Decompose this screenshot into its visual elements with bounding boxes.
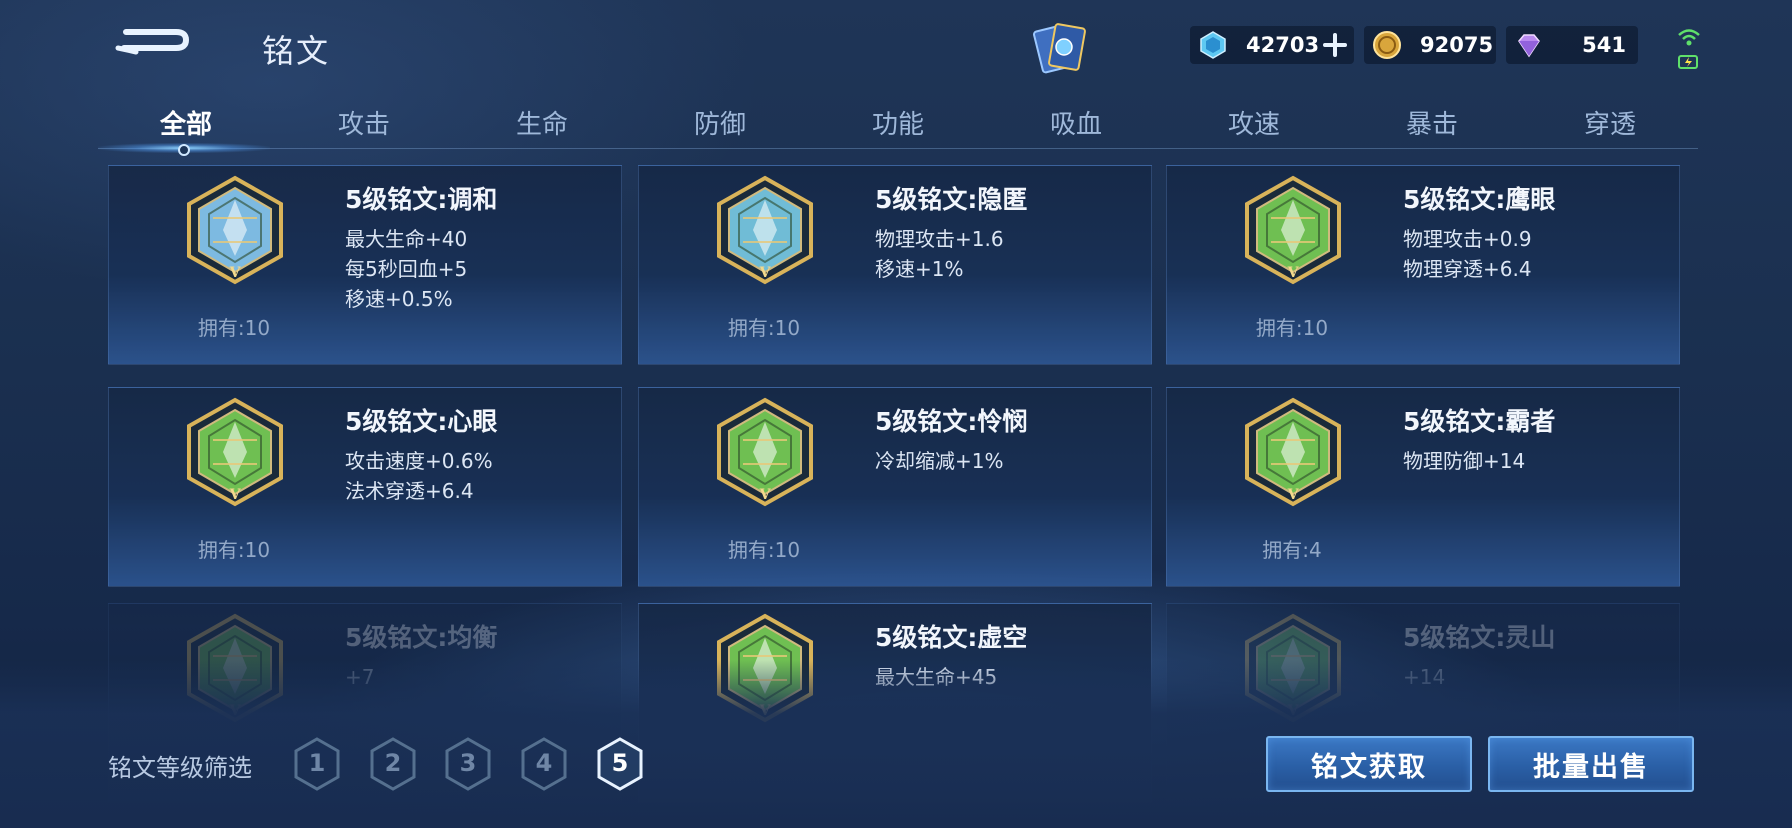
svg-text:V: V bbox=[229, 265, 242, 281]
rune-stat-line: 冷却缩减+1% bbox=[875, 449, 1004, 473]
rune-name: 5级铭文:鹰眼 bbox=[1403, 185, 1556, 214]
rune-name: 5级铭文:均衡 bbox=[345, 623, 498, 652]
rune-name: 5级铭文:怜悯 bbox=[875, 407, 1028, 436]
rune-stat-line: 攻击速度+0.6% bbox=[345, 449, 493, 473]
rune-name: 5级铭文:调和 bbox=[345, 185, 498, 214]
rune-stats: 物理防御+14 bbox=[1403, 446, 1525, 476]
level-filter-1[interactable]: 1 bbox=[292, 736, 342, 792]
stealth-rune-icon: V bbox=[713, 174, 817, 286]
overlord-rune-icon: V bbox=[1241, 396, 1345, 508]
level-number: 2 bbox=[384, 749, 402, 777]
level-number: 3 bbox=[459, 749, 477, 777]
rune-stat-line: 每5秒回血+5 bbox=[345, 257, 468, 281]
svg-text:V: V bbox=[1287, 265, 1300, 281]
svg-text:V: V bbox=[229, 487, 242, 503]
mercy-rune-icon: V bbox=[713, 396, 817, 508]
rune-stat-line: 物理穿透+6.4 bbox=[1403, 257, 1532, 281]
rune-card[interactable]: V 5级铭文:调和最大生命+40 每5秒回血+5 移速+0.5% 拥有:10 bbox=[108, 165, 622, 365]
rune-owned-count: 拥有:10 bbox=[727, 316, 801, 340]
mind-eye-rune-icon: V bbox=[183, 396, 287, 508]
rune-stats: 攻击速度+0.6% 法术穿透+6.4 bbox=[345, 446, 493, 506]
rune-card[interactable]: V 5级铭文:隐匿物理攻击+1.6 移速+1% 拥有:10 bbox=[638, 165, 1152, 365]
rune-card[interactable]: V 5级铭文:霸者物理防御+14 拥有:4 bbox=[1166, 387, 1680, 587]
level-filter-label: 铭文等级筛选 bbox=[108, 754, 252, 782]
rune-stat-line: 物理攻击+1.6 bbox=[875, 227, 1004, 251]
level-number: 1 bbox=[308, 749, 326, 777]
rune-name: 5级铭文:灵山 bbox=[1403, 623, 1556, 652]
rune-stat-line: 最大生命+40 bbox=[345, 227, 468, 251]
level-filter-2[interactable]: 2 bbox=[368, 736, 418, 792]
rune-name: 5级铭文:虚空 bbox=[875, 623, 1028, 652]
rune-stat-line: 移速+1% bbox=[875, 257, 964, 281]
rune-stat-line: 物理攻击+0.9 bbox=[1403, 227, 1532, 251]
rune-stats: 最大生命+40 每5秒回血+5 移速+0.5% bbox=[345, 224, 467, 314]
level-filter-3[interactable]: 3 bbox=[443, 736, 493, 792]
rune-card[interactable]: V 5级铭文:鹰眼物理攻击+0.9 物理穿透+6.4 拥有:10 bbox=[1166, 165, 1680, 365]
rune-name: 5级铭文:隐匿 bbox=[875, 185, 1028, 214]
rune-owned-count: 拥有:4 bbox=[1262, 538, 1322, 562]
rune-owned-count: 拥有:10 bbox=[1255, 316, 1329, 340]
rune-stat-line: 移速+0.5% bbox=[345, 287, 453, 311]
hawk-eye-rune-icon: V bbox=[1241, 174, 1345, 286]
rune-card[interactable]: V 5级铭文:怜悯冷却缩减+1% 拥有:10 bbox=[638, 387, 1152, 587]
rune-name: 5级铭文:心眼 bbox=[345, 407, 498, 436]
rune-owned-count: 拥有:10 bbox=[727, 538, 801, 562]
svg-text:V: V bbox=[759, 487, 772, 503]
rune-owned-count: 拥有:10 bbox=[197, 316, 271, 340]
bulk-sell-button[interactable]: 批量出售 bbox=[1488, 736, 1694, 792]
rune-name: 5级铭文:霸者 bbox=[1403, 407, 1556, 436]
svg-text:V: V bbox=[759, 265, 772, 281]
rune-stat-line: 物理防御+14 bbox=[1403, 449, 1526, 473]
rune-stats: 物理攻击+1.6 移速+1% bbox=[875, 224, 1004, 284]
harmony-rune-icon: V bbox=[183, 174, 287, 286]
rune-owned-count: 拥有:10 bbox=[197, 538, 271, 562]
rune-stats: 冷却缩减+1% bbox=[875, 446, 1004, 476]
rune-stat-line: 法术穿透+6.4 bbox=[345, 479, 474, 503]
rune-card[interactable]: V 5级铭文:心眼攻击速度+0.6% 法术穿透+6.4 拥有:10 bbox=[108, 387, 622, 587]
level-number: 4 bbox=[535, 749, 553, 777]
svg-text:V: V bbox=[1287, 487, 1300, 503]
level-filter-5[interactable]: 5 bbox=[595, 736, 645, 792]
level-number: 5 bbox=[611, 749, 629, 777]
level-filter-4[interactable]: 4 bbox=[519, 736, 569, 792]
rune-acquire-button[interactable]: 铭文获取 bbox=[1266, 736, 1472, 792]
rune-stats: 物理攻击+0.9 物理穿透+6.4 bbox=[1403, 224, 1532, 284]
